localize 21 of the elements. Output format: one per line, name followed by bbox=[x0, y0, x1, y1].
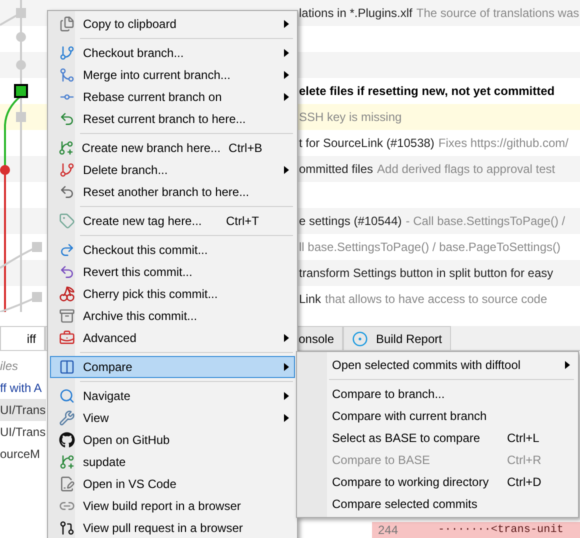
commit-body: that allows to have access to source code bbox=[325, 291, 548, 308]
commit-body: The source of translations was bbox=[416, 5, 580, 22]
commit-body: Add derived flags to approval test bbox=[377, 161, 556, 178]
shortcut-text: Ctrl+R bbox=[507, 452, 542, 469]
commit-subject: transform Settings button in split button for easy bbox=[299, 265, 554, 282]
commit-subject: t for SourceLink (#10538) bbox=[299, 135, 434, 152]
commit-body: Fixes https://github.com/ bbox=[438, 135, 568, 152]
commit-subject: ommitted files bbox=[299, 161, 374, 178]
shortcut-text: Ctrl+T bbox=[226, 213, 260, 230]
commit-subject: lations in *.Plugins.xlf bbox=[299, 5, 412, 22]
commit-subject: e settings (#10544) bbox=[299, 213, 402, 230]
commit-body: ll base.SettingsToPage() / base.PageToSettings() bbox=[299, 239, 560, 256]
commit-subject: Link bbox=[299, 291, 322, 308]
line-number: 244 bbox=[378, 522, 398, 538]
diff-line: -·······<trans-unit bbox=[438, 522, 564, 538]
commit-body: SSH key is missing bbox=[299, 109, 402, 126]
commit-body: - Call base.SettingsToPage() / bbox=[406, 213, 566, 230]
shortcut-text: Ctrl+L bbox=[507, 430, 540, 447]
commit-subject: elete files if resetting new, not yet committed bbox=[299, 83, 555, 100]
shortcut-text: Ctrl+D bbox=[507, 474, 542, 491]
shortcut-text: Ctrl+B bbox=[228, 140, 264, 157]
